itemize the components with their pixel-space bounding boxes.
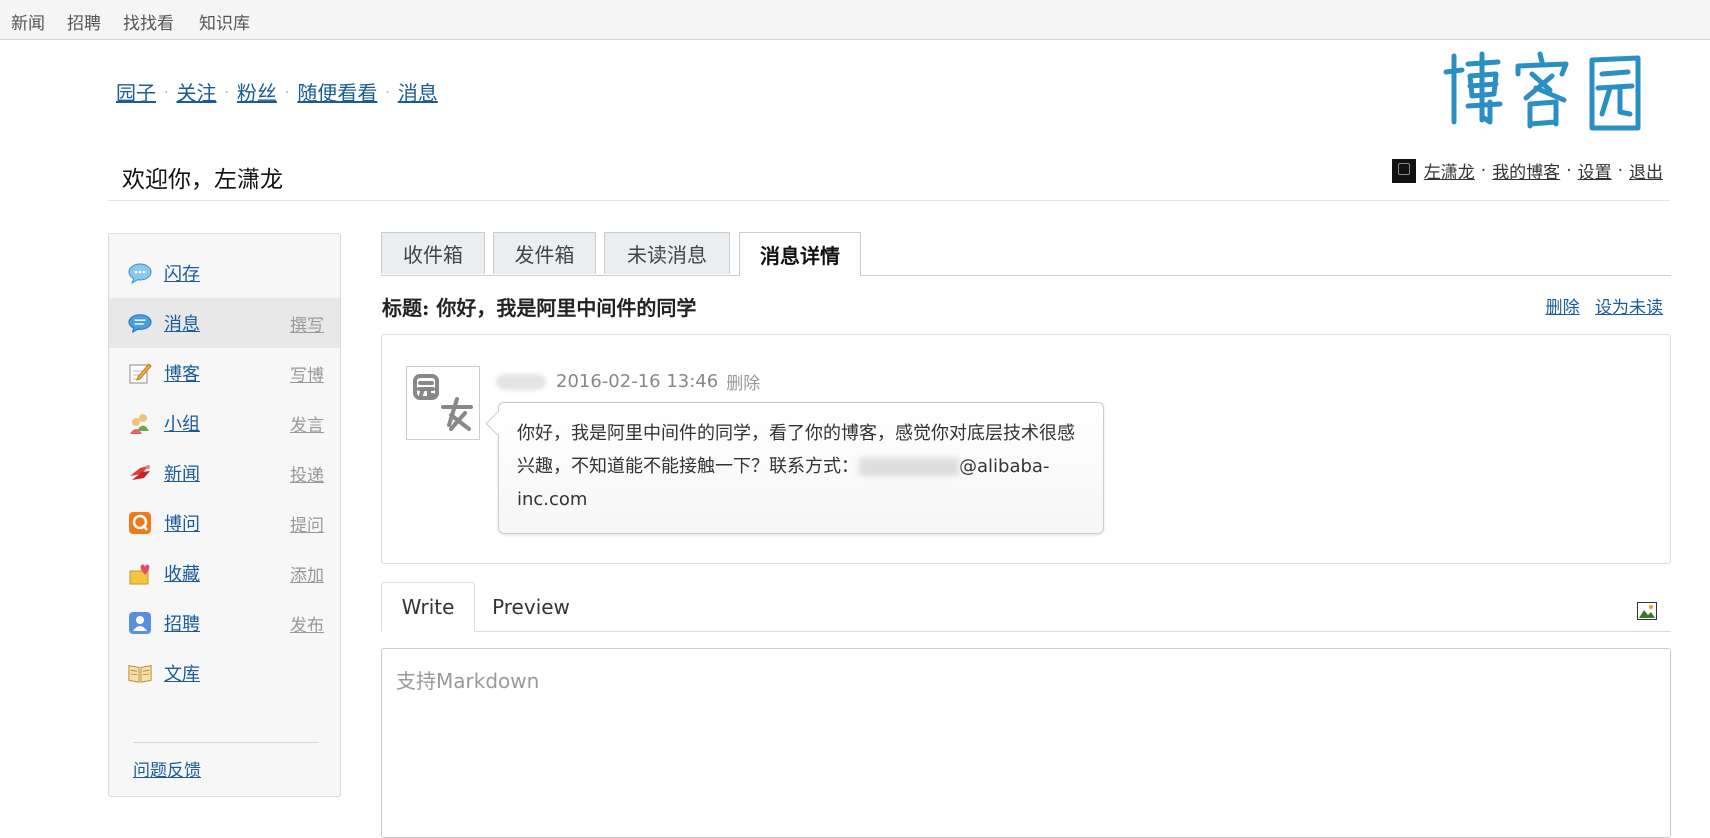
message-datetime: 2016-02-16 13:46 (556, 371, 719, 392)
favorite-icon (128, 561, 152, 585)
nav-follow[interactable]: 关注 (176, 81, 216, 105)
topbar-knowledge[interactable]: 知识库 (199, 9, 250, 34)
nav-messages[interactable]: 消息 (398, 81, 438, 105)
tab-preview[interactable]: Preview (481, 582, 581, 632)
speech-bubble-icon (128, 261, 152, 285)
add-favorite-link[interactable]: 添加 (290, 561, 324, 586)
sidebar-item-label[interactable]: 新闻 (164, 460, 200, 486)
sidebar-item-label[interactable]: 博问 (164, 510, 200, 536)
user-bar: 左潇龙 · 我的博客 · 设置 · 退出 (1391, 158, 1663, 183)
sidebar: 闪存 消息 撰写 博客 写博 小组 发言 新闻 投递 博问 提问 收藏 添加 招… (108, 233, 341, 797)
sender-avatar[interactable] (406, 366, 480, 440)
my-blog-link[interactable]: 我的博客 (1492, 158, 1560, 183)
sidebar-item-ask[interactable]: 博问 提问 (109, 498, 340, 548)
sidebar-item-label[interactable]: 博客 (164, 360, 200, 386)
welcome-text: 欢迎你，左潇龙 (122, 167, 283, 193)
subject-label: 标题: (382, 296, 430, 320)
tab-write[interactable]: Write (381, 582, 475, 632)
email-redacted (859, 458, 959, 476)
person-card-icon (128, 611, 152, 635)
settings-link[interactable]: 设置 (1578, 158, 1612, 183)
main-nav: 园子 · 关注 · 粉丝 · 随便看看 · 消息 (116, 81, 438, 105)
message-bubble: 你好，我是阿里中间件的同学，看了你的博客，感觉你对底层技术很感兴趣，不知道能不能… (498, 402, 1104, 534)
sidebar-item-flash[interactable]: 闪存 (109, 248, 340, 298)
sidebar-item-label[interactable]: 文库 (164, 660, 200, 686)
sidebar-item-label[interactable]: 收藏 (164, 560, 200, 586)
tab-message-detail[interactable]: 消息详情 (739, 232, 861, 276)
tab-unread[interactable]: 未读消息 (604, 232, 730, 274)
sidebar-item-label[interactable]: 小组 (164, 410, 200, 436)
sidebar-item-label[interactable]: 闪存 (164, 260, 200, 286)
ask-question-link[interactable]: 提问 (290, 511, 324, 536)
cnblogs-logo[interactable] (1432, 42, 1662, 142)
topbar-news[interactable]: 新闻 (11, 9, 45, 34)
sidebar-item-label[interactable]: 消息 (164, 310, 200, 336)
group-icon (128, 411, 152, 435)
tab-outbox[interactable]: 发件箱 (493, 232, 596, 274)
message-tabs: 收件箱 发件箱 未读消息 消息详情 (381, 232, 1671, 276)
write-blog-link[interactable]: 写博 (290, 361, 324, 386)
mark-unread-link[interactable]: 设为未读 (1595, 298, 1663, 318)
header-divider (108, 200, 1670, 201)
subject-actions: 删除 设为未读 (1536, 293, 1663, 318)
question-icon (128, 511, 152, 535)
logout-link[interactable]: 退出 (1629, 158, 1663, 183)
sidebar-item-jobs[interactable]: 招聘 发布 (109, 598, 340, 648)
topbar-jobs[interactable]: 招聘 (67, 9, 101, 34)
feedback-link[interactable]: 问题反馈 (133, 756, 201, 781)
topbar-search[interactable]: 找找看 (123, 9, 174, 34)
username-link[interactable]: 左潇龙 (1424, 158, 1475, 183)
editor-placeholder: 支持Markdown (396, 669, 540, 693)
nav-garden[interactable]: 园子 (116, 81, 156, 105)
sidebar-item-label[interactable]: 招聘 (164, 610, 200, 636)
submit-news-link[interactable]: 投递 (290, 461, 324, 486)
delete-item-link[interactable]: 删除 (726, 369, 760, 394)
subject-text: 你好，我是阿里中间件的同学 (436, 296, 697, 320)
message-box: 2016-02-16 13:46 删除 你好，我是阿里中间件的同学，看了你的博客… (381, 334, 1671, 564)
sidebar-item-group[interactable]: 小组 发言 (109, 398, 340, 448)
publish-job-link[interactable]: 发布 (290, 611, 324, 636)
message-subject: 标题: 你好，我是阿里中间件的同学 (382, 292, 696, 321)
sidebar-item-blog[interactable]: 博客 写博 (109, 348, 340, 398)
tab-inbox[interactable]: 收件箱 (381, 232, 485, 274)
reply-textarea[interactable]: 支持Markdown (381, 648, 1671, 838)
message-icon (128, 311, 152, 335)
sidebar-item-messages[interactable]: 消息 撰写 (109, 298, 340, 348)
pencil-note-icon (128, 361, 152, 385)
insert-image-icon[interactable] (1637, 602, 1657, 620)
user-avatar-glyph (1397, 162, 1410, 175)
nav-browse[interactable]: 随便看看 (297, 81, 377, 105)
editor-tabs: Write Preview (381, 582, 1671, 632)
compose-message-link[interactable]: 撰写 (290, 311, 324, 336)
nav-fans[interactable]: 粉丝 (237, 81, 277, 105)
sidebar-item-library[interactable]: 文库 (109, 648, 340, 698)
post-group-link[interactable]: 发言 (290, 411, 324, 436)
message-meta: 2016-02-16 13:46 删除 (496, 369, 760, 394)
sender-name-redacted (496, 373, 546, 390)
sidebar-item-favorites[interactable]: 收藏 添加 (109, 548, 340, 598)
user-avatar[interactable] (1391, 158, 1416, 183)
news-icon (128, 461, 152, 485)
sidebar-divider (133, 742, 319, 743)
delete-message-link[interactable]: 删除 (1546, 298, 1580, 318)
book-icon (128, 661, 152, 685)
top-bar: 新闻 招聘 找找看 知识库 (0, 0, 1710, 40)
sidebar-item-news[interactable]: 新闻 投递 (109, 448, 340, 498)
